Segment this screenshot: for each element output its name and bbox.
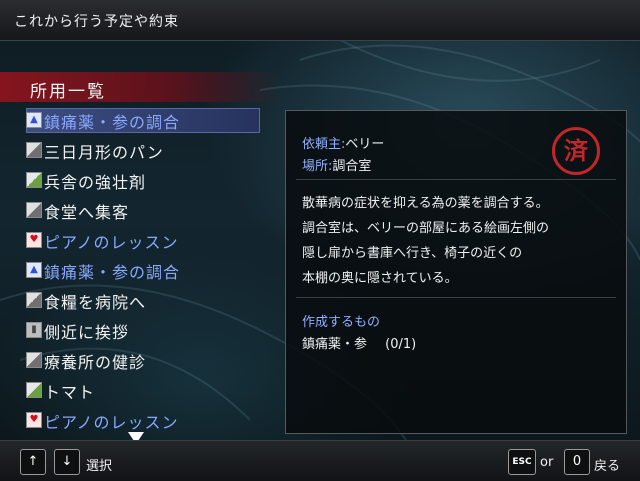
client-label: 依頼主: [302, 137, 346, 152]
door-icon: ▮ [26, 322, 42, 338]
back-label: 戻る [594, 459, 621, 474]
potion-icon: ▲ [26, 112, 42, 128]
book-icon [26, 142, 42, 158]
list-item-label: ピアノのレッスン [44, 233, 179, 252]
list-item-label: ピアノのレッスン [44, 413, 179, 432]
list-item-label: 食糧を病院へ [44, 293, 147, 312]
up-key-icon[interactable]: ↑ [20, 449, 46, 475]
book-icon [26, 202, 42, 218]
potion-icon: ▲ [26, 262, 42, 278]
list-item[interactable]: 食糧を病院へ [20, 288, 260, 318]
list-item[interactable]: ▮ 側近に挨拶 [20, 318, 260, 348]
list-item-label: 食堂へ集客 [44, 203, 130, 222]
heart-icon: ♥ [26, 412, 42, 428]
list-item[interactable]: ♥ ピアノのレッスン [20, 228, 260, 258]
list-item[interactable]: 兵舎の強壮剤 [20, 168, 260, 198]
place-value: 調合室 [332, 159, 372, 174]
client-value: ベリー [345, 137, 385, 152]
make-item: 鎮痛薬・参 [302, 337, 368, 352]
make-title: 作成するもの [302, 315, 381, 330]
book-icon [26, 352, 42, 368]
description: 散華病の症状を抑える為の薬を調合する。 調合室は、ベリーの部屋にある絵画左側の … [302, 191, 549, 291]
list-item-label: 側近に挨拶 [44, 323, 130, 342]
divider [296, 297, 616, 298]
top-bar: これから行う予定や約束 [0, 0, 640, 41]
list-item-label: 鎮痛薬・参の調合 [44, 113, 181, 132]
list-item-label: トマト [44, 383, 96, 402]
errand-list: ▲ 鎮痛薬・参の調合 三日月形のパン 兵舎の強壮剤 食堂へ集客 ♥ ピアノのレッスン ▲ 鎮痛薬… [20, 108, 260, 438]
list-item[interactable]: 食堂へ集客 [20, 198, 260, 228]
make-count: (0/1) [385, 337, 417, 352]
client-row: 依頼主:ベリー [302, 133, 384, 152]
book-icon [26, 292, 42, 308]
zero-key-icon[interactable]: 0 [564, 449, 590, 475]
list-item-label: 三日月形のパン [44, 143, 164, 162]
down-key-icon[interactable]: ↓ [54, 449, 80, 475]
description-line: 隠し扉から書庫へ行き、椅子の近くの [302, 246, 523, 261]
herb-icon [26, 382, 42, 398]
list-item[interactable]: ▲ 鎮痛薬・参の調合 [20, 108, 260, 138]
description-line: 調合室は、ベリーの部屋にある絵画左側の [302, 221, 550, 236]
list-item-label: 療養所の健診 [44, 353, 147, 372]
description-line: 散華病の症状を抑える為の薬を調合する。 [302, 196, 549, 211]
list-item[interactable]: トマト [20, 378, 260, 408]
esc-key-icon[interactable]: ESC [508, 449, 536, 475]
detail-panel: 依頼主:ベリー 場所:調合室 済 散華病の症状を抑える為の薬を調合する。 調合室… [285, 110, 627, 434]
section-title: 所用一覧 [30, 82, 106, 102]
place-label: 場所: [302, 159, 333, 174]
or-label: or [540, 455, 554, 470]
list-item[interactable]: 三日月形のパン [20, 138, 260, 168]
heart-icon: ♥ [26, 232, 42, 248]
section-header: 所用一覧 [0, 72, 280, 102]
select-label: 選択 [86, 459, 113, 474]
list-item-label: 鎮痛薬・参の調合 [44, 263, 181, 282]
list-item-label: 兵舎の強壮剤 [44, 173, 147, 192]
list-item[interactable]: 療養所の健診 [20, 348, 260, 378]
screen-title: これから行う予定や約束 [14, 14, 179, 30]
herb-icon [26, 172, 42, 188]
make-row: 鎮痛薬・参 (0/1) [302, 333, 416, 352]
divider [296, 179, 616, 180]
place-row: 場所:調合室 [302, 155, 371, 174]
list-item[interactable]: ▲ 鎮痛薬・参の調合 [20, 258, 260, 288]
description-line: 本棚の奥に隠されている。 [302, 271, 458, 286]
completed-seal-icon: 済 [552, 127, 600, 175]
bottom-bar: ↑ ↓ 選択 ESC or 0 戻る [0, 440, 640, 481]
